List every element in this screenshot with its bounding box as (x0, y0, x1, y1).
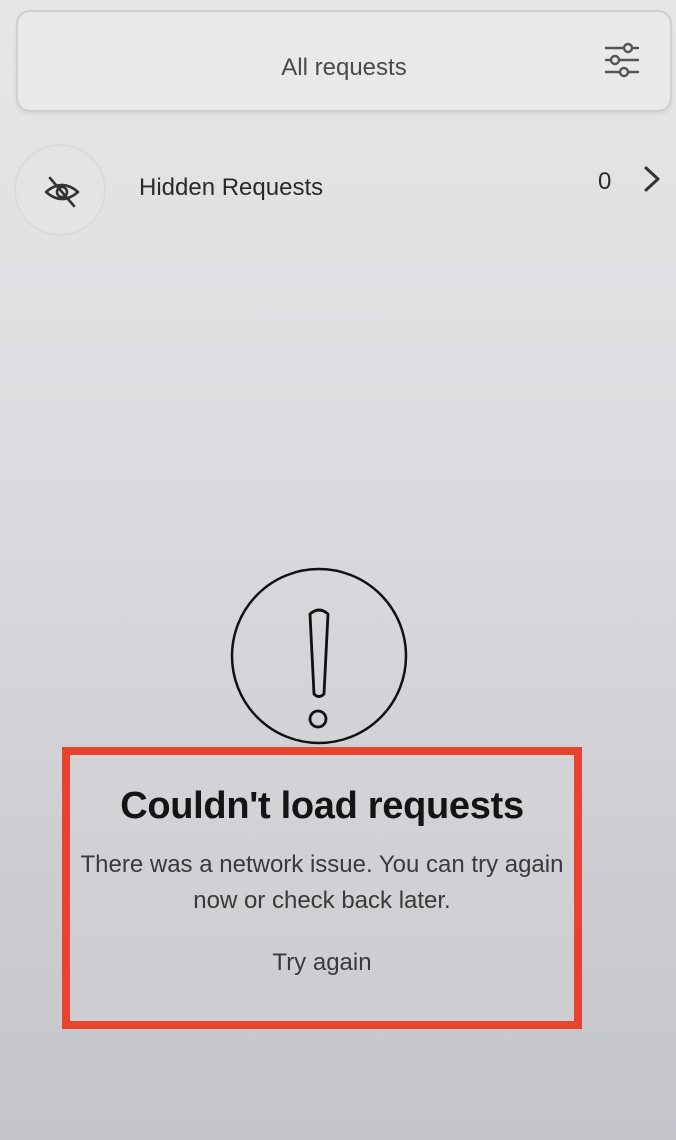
hidden-requests-avatar (14, 144, 106, 236)
hidden-requests-row[interactable]: Hidden Requests 0 (0, 140, 676, 240)
error-message: There was a network issue. You can try a… (80, 851, 564, 914)
exclamation-circle-icon (230, 567, 408, 745)
eye-off-icon (44, 176, 80, 208)
filter-label: All requests (281, 54, 407, 81)
request-filter-bar[interactable]: All requests (16, 10, 672, 112)
try-again-button[interactable]: Try again (70, 949, 574, 977)
error-title: Couldn't load requests (120, 785, 524, 827)
hidden-requests-count: 0 (598, 168, 612, 195)
sliders-icon[interactable] (602, 40, 642, 80)
hidden-requests-label: Hidden Requests (139, 174, 324, 201)
chevron-right-icon (644, 166, 660, 192)
error-highlight-box: Couldn't load requests There was a netwo… (62, 747, 582, 1029)
